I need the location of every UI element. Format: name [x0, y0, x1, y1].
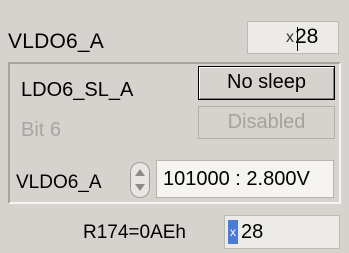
disabled-button[interactable]: Disabled — [198, 106, 335, 139]
hex-value-field[interactable]: x 28 — [247, 21, 339, 54]
voltage-label: VLDO6_A — [16, 172, 102, 193]
register-value-field[interactable]: x 28 — [224, 215, 340, 249]
vldo6-panel: VLDO6_A x 28 LDO6_SL_A No sleep Bit 6 Di… — [0, 0, 349, 253]
voltage-spinner[interactable] — [130, 162, 150, 198]
ldo-settings-group: LDO6_SL_A No sleep Bit 6 Disabled VLDO6_… — [8, 62, 341, 204]
register-label: R174=0AEh — [83, 222, 186, 243]
spinner-up-icon[interactable] — [135, 169, 145, 176]
hex-value: 28 — [295, 25, 319, 48]
register-hex-value: 28 — [241, 221, 264, 243]
ldo-sleep-label: LDO6_SL_A — [21, 79, 134, 101]
no-sleep-button[interactable]: No sleep — [198, 66, 335, 100]
voltage-value-field[interactable]: 101000 : 2.800V — [156, 160, 334, 198]
register-hex-prefix: x — [228, 220, 238, 244]
panel-title: VLDO6_A — [8, 30, 104, 53]
spinner-down-icon[interactable] — [135, 184, 145, 191]
bit-label: Bit 6 — [21, 119, 62, 141]
hex-prefix: x — [286, 29, 294, 46]
